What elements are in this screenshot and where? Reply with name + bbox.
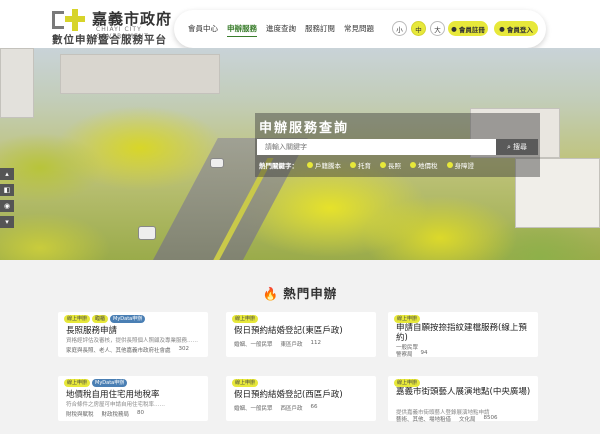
service-card[interactable]: 線上申辦 MyData申辦 地價稅自用住宅用地稅率 符合條件之房屋可申請自用住宅稅… [58,376,208,421]
keyword-link[interactable]: 戶籍騰本 [307,160,341,170]
user-plus-icon: ● [451,24,457,33]
city-logo[interactable]: 嘉義市政府 CHIAYI CITY GOVERNMENT 數位申辦暨合服務平台 [52,8,182,46]
card-title: 地價稅自用住宅用地稅率 [66,390,160,400]
card-count: 66 [310,404,318,410]
keyword-link[interactable]: 托育 [350,160,371,170]
tag-online: 線上申辦 [64,315,91,323]
tag-mydata: MyData申辦 [92,379,128,387]
tag-online: 線上申辦 [232,379,259,387]
building [0,48,34,118]
keyword-link[interactable]: 長照 [380,160,401,170]
card-category: 婚姻、一般民眾 [234,406,273,412]
side-tool-icon[interactable]: ▴ [0,168,14,180]
keyword-link[interactable]: 地價稅 [410,160,438,170]
font-small-button[interactable]: 小 [392,21,407,36]
card-desc: 資格經評估及審核，提供長照個人照顧及專業服務…… [66,338,199,344]
user-icon: ● [499,24,505,33]
tag-online: 線上申辦 [232,315,259,323]
section-title: 🔥 熱門申辦 [262,286,338,301]
card-office: 財政稅務局 [101,412,130,418]
font-medium-button[interactable]: 中 [411,21,426,36]
card-category: 財稅與賦稅 [66,412,94,418]
search-button[interactable]: ⌕ 搜尋 [496,139,538,155]
tag-online: 線上申辦 [64,379,91,387]
card-desc: 符合條件之房屋可申請自用住宅稅率…… [66,402,166,408]
search-panel: 申辦服務查詢 ⌕搜尋 熱門關鍵字： 戶籍騰本 托育 長照 地價稅 身障證 [255,113,540,177]
card-office: 警察局 [396,352,413,358]
side-tool-icon[interactable]: ◧ [0,184,14,196]
card-count: 8506 [483,415,498,421]
search-icon: ⌕ [507,142,511,151]
fire-icon: 🔥 [262,286,280,301]
card-category: 藝術、其他、場地租借 [396,417,452,423]
nav-member-center[interactable]: 會員中心 [188,23,218,37]
search-title: 申辦服務查詢 [259,121,350,136]
keyword-link[interactable]: 身障證 [446,160,474,170]
register-button[interactable]: ● 會員註冊 [448,21,488,36]
nav-faq[interactable]: 常見問題 [344,23,374,37]
site-header: 嘉義市政府 CHIAYI CITY GOVERNMENT 數位申辦暨合服務平台 … [0,0,600,48]
card-office: 東區戶政 [280,342,303,348]
card-title: 長照服務申請 [66,326,118,336]
tag-mydata: MyData申辦 [110,315,146,323]
card-title: 嘉義市街頭藝人展演地點(中央廣場) [396,387,531,397]
city-emblem-icon [52,9,85,31]
side-tool-icon[interactable]: ▾ [0,216,14,228]
search-button-label: 搜尋 [512,143,527,151]
card-title: 申請自願按捺指紋建檔服務(線上預約) [396,323,527,343]
tag-online: 線上申辦 [394,379,421,387]
register-label: 會員註冊 [458,25,485,34]
car [138,226,156,240]
hot-keywords: 熱門關鍵字： 戶籍騰本 托育 長照 地價稅 身障證 [259,160,474,170]
font-large-button[interactable]: 大 [430,21,445,36]
card-category: 家庭與長照、老人、其他嘉義市政府社會處 [66,348,171,354]
main-nav: 會員中心 申辦服務 進度查詢 服務訂閱 常見問題 小 中 大 ● 會員註冊 ● 會員… [174,10,546,48]
card-category: 婚姻、一般民眾 [234,342,273,348]
service-card[interactable]: 線上申辦 臨櫃 MyData申辦 長照服務申請 資格經評估及審核，提供長照個人照顧及… [58,312,208,357]
card-title: 假日預約結婚登記(西區戶政) [234,390,343,400]
nav-progress[interactable]: 進度查詢 [266,23,296,37]
service-card[interactable]: 線上申辦 申請自願按捺指紋建檔服務(線上預約) 一般民眾 警察局 94 [388,312,538,358]
card-count: 302 [178,346,190,352]
platform-subtitle: 數位申辦暨合服務平台 [52,34,167,46]
card-count: 94 [420,350,428,356]
building [60,54,220,94]
tag-online: 線上申辦 [394,315,421,323]
card-title: 假日預約結婚登記(東區戶政) [234,326,343,336]
card-office: 西區戶政 [280,406,303,412]
card-count: 80 [137,410,145,416]
nav-subscribe[interactable]: 服務訂閱 [305,23,335,37]
card-count: 112 [310,340,322,346]
side-tool-icon[interactable]: ◉ [0,200,14,212]
search-input[interactable] [257,139,496,155]
keywords-label: 熱門關鍵字： [259,162,298,170]
card-office: 文化局 [459,417,476,423]
service-card[interactable]: 線上申辦 假日預約結婚登記(東區戶政) 婚姻、一般民眾 東區戶政 112 [226,312,376,357]
service-card[interactable]: 線上申辦 假日預約結婚登記(西區戶政) 婚姻、一般民眾 西區戶政 66 [226,376,376,421]
login-label: 會員登入 [506,25,533,34]
hero-banner: ▴ ◧ ◉ ▾ 申辦服務查詢 ⌕搜尋 熱門關鍵字： 戶籍騰本 托育 長照 地價稅… [0,48,600,260]
service-card[interactable]: 線上申辦 嘉義市街頭藝人展演地點(中央廣場) 提供嘉義市街頭藝人登錄展演地點申請… [388,376,538,423]
page: 嘉義市政府 CHIAYI CITY GOVERNMENT 數位申辦暨合服務平台 … [0,0,600,434]
tag-counter: 臨櫃 [92,315,109,323]
nav-services[interactable]: 申辦服務 [227,23,257,37]
login-button[interactable]: ● 會員登入 [494,21,538,36]
car [210,158,224,168]
